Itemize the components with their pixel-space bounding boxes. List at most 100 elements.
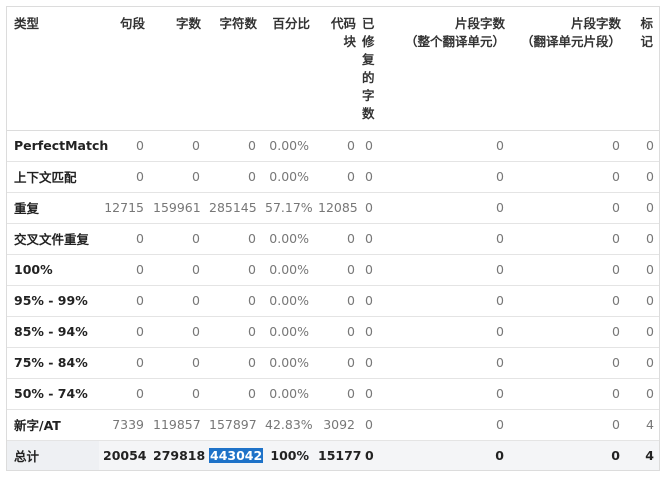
header-fixed-words[interactable]: 已修复的字数 [360, 7, 384, 131]
table-row: 重复 12715 159961 285145 57.17% 12085 0 0 … [7, 191, 659, 223]
row-type-label: 85% - 94% [7, 315, 99, 347]
cell-fragment-unit: 0 [384, 284, 509, 316]
cell-tags: 0 [625, 191, 659, 223]
cell-percent: 0.00% [261, 284, 314, 316]
cell-chars: 157897 [205, 408, 261, 440]
cell-percent: 0.00% [261, 315, 314, 347]
cell-fragment-segment: 0 [509, 129, 625, 161]
cell-chars: 285145 [205, 191, 261, 223]
header-type[interactable]: 类型 [7, 7, 99, 131]
header-row: 类型 句段 字数 字符数 百分比 代码块 已修复的字数 片段字数 （整个翻译单元… [7, 7, 659, 131]
cell-code-blocks: 0 [314, 160, 360, 192]
row-type-label: 上下文匹配 [7, 160, 99, 192]
cell-fragment-segment: 0 [509, 315, 625, 347]
row-type-label: 50% - 74% [7, 377, 99, 409]
total-tags: 4 [625, 439, 659, 470]
cell-words: 0 [149, 160, 205, 192]
cell-fragment-unit: 0 [384, 191, 509, 223]
cell-fixed-words: 0 [360, 160, 384, 192]
total-chars-cell[interactable]: 443042 [205, 439, 264, 470]
cell-fixed-words: 0 [360, 346, 384, 378]
cell-percent: 42.83% [261, 408, 314, 440]
row-type-label: 新字/AT [7, 408, 99, 440]
total-label: 总计 [7, 439, 99, 470]
cell-fragment-segment: 0 [509, 377, 625, 409]
cell-fragment-segment: 0 [509, 284, 625, 316]
cell-percent: 0.00% [261, 222, 314, 254]
cell-chars: 0 [205, 315, 261, 347]
cell-code-blocks: 12085 [314, 191, 360, 223]
cell-fragment-unit: 0 [384, 253, 509, 285]
table-row: 95% - 99% 0 0 0 0.00% 0 0 0 0 0 [7, 284, 659, 316]
cell-code-blocks: 0 [314, 222, 360, 254]
cell-tags: 0 [625, 253, 659, 285]
header-fragment-words-segment[interactable]: 片段字数 （翻译单元片段） [509, 7, 625, 131]
header-tags[interactable]: 标记 [625, 7, 659, 131]
cell-fragment-segment: 0 [509, 222, 625, 254]
cell-tags: 0 [625, 129, 659, 161]
cell-chars: 0 [205, 377, 261, 409]
cell-percent: 0.00% [261, 377, 314, 409]
cell-words: 0 [149, 129, 205, 161]
cell-fixed-words: 0 [360, 315, 384, 347]
cell-fragment-segment: 0 [509, 346, 625, 378]
cell-segments: 12715 [99, 191, 149, 223]
cell-segments: 0 [99, 377, 149, 409]
total-row: 总计 20054 279818 443042 100% 15177 0 0 0 … [7, 439, 659, 470]
total-fixed-words: 0 [360, 439, 384, 470]
cell-chars: 0 [205, 129, 261, 161]
cell-fixed-words: 0 [360, 284, 384, 316]
cell-words: 0 [149, 315, 205, 347]
cell-chars: 0 [205, 346, 261, 378]
cell-fragment-unit: 0 [384, 408, 509, 440]
row-type-label: 100% [7, 253, 99, 285]
cell-code-blocks: 0 [314, 253, 360, 285]
cell-code-blocks: 0 [314, 129, 360, 161]
header-chars[interactable]: 字符数 [205, 7, 261, 131]
cell-words: 119857 [149, 408, 205, 440]
cell-tags: 0 [625, 222, 659, 254]
cell-segments: 0 [99, 284, 149, 316]
cell-fixed-words: 0 [360, 408, 384, 440]
cell-words: 0 [149, 377, 205, 409]
cell-fixed-words: 0 [360, 129, 384, 161]
cell-segments: 0 [99, 315, 149, 347]
cell-tags: 0 [625, 284, 659, 316]
cell-code-blocks: 0 [314, 377, 360, 409]
cell-fixed-words: 0 [360, 377, 384, 409]
cell-tags: 0 [625, 377, 659, 409]
header-words[interactable]: 字数 [149, 7, 205, 131]
cell-chars: 0 [205, 253, 261, 285]
cell-fixed-words: 0 [360, 222, 384, 254]
header-fragment-words-unit[interactable]: 片段字数 （整个翻译单元） [384, 7, 509, 131]
table-row: 上下文匹配 0 0 0 0.00% 0 0 0 0 0 [7, 160, 659, 192]
row-type-label: PerfectMatch [7, 129, 108, 161]
row-type-label: 交叉文件重复 [7, 222, 99, 254]
total-code-blocks: 15177 [314, 439, 362, 470]
cell-fragment-unit: 0 [384, 315, 509, 347]
table-row: 交叉文件重复 0 0 0 0.00% 0 0 0 0 0 [7, 222, 659, 254]
row-type-label: 75% - 84% [7, 346, 99, 378]
cell-percent: 0.00% [261, 346, 314, 378]
cell-fragment-unit: 0 [384, 129, 509, 161]
cell-chars: 0 [205, 160, 261, 192]
cell-fragment-segment: 0 [509, 160, 625, 192]
row-type-label: 重复 [7, 191, 99, 223]
header-segments[interactable]: 句段 [99, 7, 149, 131]
cell-percent: 0.00% [261, 129, 314, 161]
table-row: 50% - 74% 0 0 0 0.00% 0 0 0 0 0 [7, 377, 659, 409]
table-row: PerfectMatch 0 0 0 0.00% 0 0 0 0 0 [7, 129, 659, 161]
total-fragment-unit: 0 [384, 439, 509, 470]
cell-fragment-unit: 0 [384, 222, 509, 254]
table-row: 75% - 84% 0 0 0 0.00% 0 0 0 0 0 [7, 346, 659, 378]
cell-percent: 0.00% [261, 160, 314, 192]
analysis-report-table: 类型 句段 字数 字符数 百分比 代码块 已修复的字数 片段字数 （整个翻译单元… [7, 7, 659, 470]
table-row: 85% - 94% 0 0 0 0.00% 0 0 0 0 0 [7, 315, 659, 347]
cell-fragment-segment: 0 [509, 191, 625, 223]
header-percent[interactable]: 百分比 [261, 7, 314, 131]
total-words: 279818 [149, 439, 205, 470]
total-fragment-segment: 0 [509, 439, 625, 470]
cell-fragment-unit: 0 [384, 346, 509, 378]
header-code-blocks[interactable]: 代码块 [314, 7, 360, 131]
selected-text-highlight[interactable]: 443042 [209, 447, 264, 463]
